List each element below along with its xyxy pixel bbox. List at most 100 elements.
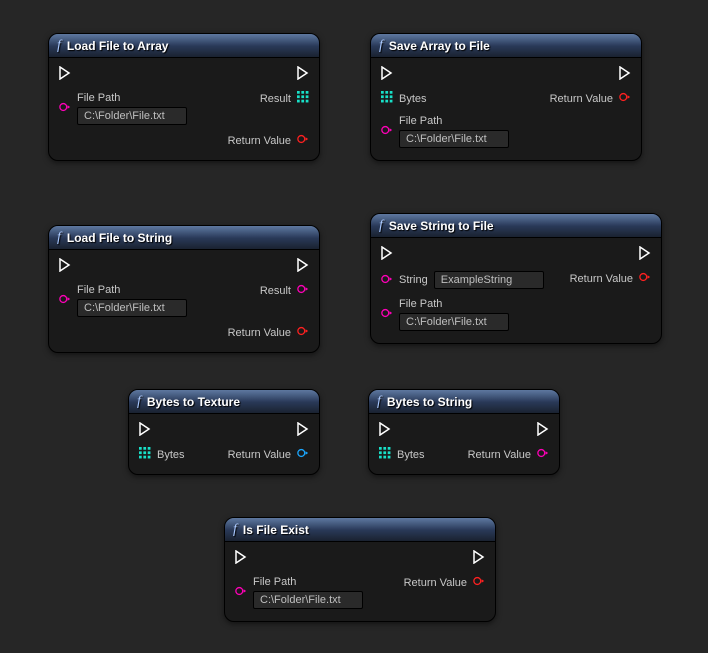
node-header[interactable]: fBytes to Texture [129, 390, 319, 414]
pin-label: File Path [399, 297, 509, 311]
pin-label: Return Value [228, 326, 291, 340]
node-save_array[interactable]: f Save Array to File Bytes Return Value File… [370, 33, 642, 161]
pin-text-input[interactable] [77, 299, 187, 317]
output-pin [619, 66, 631, 83]
pin-data-icon[interactable] [381, 307, 393, 322]
pin-data-icon[interactable] [297, 325, 309, 340]
input-pin: File Path [59, 283, 187, 317]
node-bytes_str[interactable]: fBytes to StringBytesReturn Value [368, 389, 560, 475]
input-pin: File Path [59, 91, 187, 125]
input-pin: File Path [235, 575, 363, 609]
node-header[interactable]: f Save Array to File [371, 34, 641, 58]
node-load_array[interactable]: f Load File to Array File PathResultReturn… [48, 33, 320, 161]
pin-data-icon[interactable] [59, 101, 71, 116]
pin-exec-icon[interactable] [297, 422, 309, 439]
pin-data-icon[interactable] [473, 575, 485, 590]
pin-exec-icon[interactable] [59, 66, 71, 83]
node-load_string[interactable]: fLoad File to String File Path Result Retur… [48, 225, 320, 353]
pin-label: File Path [399, 114, 509, 128]
pin-data-icon[interactable] [297, 133, 309, 148]
pin-exec-icon[interactable] [381, 246, 393, 263]
pin-exec-icon[interactable] [235, 550, 247, 567]
input-pin: String [381, 271, 544, 289]
node-title: Is File Exist [243, 523, 309, 537]
node-is_exist[interactable]: fIs File Exist File Path Return Value [224, 517, 496, 622]
input-pin: File Path [381, 114, 509, 148]
pin-data-icon[interactable] [297, 283, 309, 298]
node-save_string[interactable]: f Save String to File String Return Value Fi… [370, 213, 662, 344]
function-icon: f [379, 38, 383, 54]
pin-label: Return Value [570, 272, 633, 286]
output-pin [297, 258, 309, 275]
output-pin: Return Value [228, 325, 309, 340]
pin-label: Return Value [228, 134, 291, 148]
output-pin [297, 422, 309, 439]
node-bytes_tex[interactable]: fBytes to TextureBytesReturn Value [128, 389, 320, 475]
input-pin [139, 422, 151, 439]
node-header[interactable]: fBytes to String [369, 390, 559, 414]
pin-data-icon[interactable] [381, 124, 393, 139]
input-pin [235, 550, 247, 567]
node-body: File Path Result Return Value [49, 250, 319, 352]
node-title: Bytes to String [387, 395, 472, 409]
node-header[interactable]: f Load File to Array [49, 34, 319, 58]
pin-text-input[interactable] [434, 271, 544, 289]
input-pin: File Path [381, 297, 509, 331]
pin-text-input[interactable] [399, 130, 509, 148]
node-body: BytesReturn Value [369, 414, 559, 474]
pin-data-icon[interactable] [619, 91, 631, 106]
pin-label: Bytes [157, 448, 185, 462]
pin-data-icon[interactable] [639, 271, 651, 286]
node-body: BytesReturn Value [129, 414, 319, 474]
pin-data-icon[interactable] [59, 293, 71, 308]
output-pin [473, 550, 485, 567]
pin-data-icon[interactable] [297, 447, 309, 462]
pin-data-icon[interactable] [381, 273, 393, 288]
output-pin [297, 66, 309, 83]
input-pin [381, 66, 393, 83]
node-header[interactable]: fIs File Exist [225, 518, 495, 542]
pin-data-icon[interactable] [537, 447, 549, 462]
pin-exec-icon[interactable] [639, 246, 651, 263]
output-pin: Return Value [468, 447, 549, 462]
pin-exec-icon[interactable] [59, 258, 71, 275]
output-pin [639, 246, 651, 263]
output-pin: Return Value [550, 91, 631, 106]
pin-array-icon[interactable] [381, 91, 393, 106]
pin-exec-icon[interactable] [381, 66, 393, 83]
pin-exec-icon[interactable] [473, 550, 485, 567]
pin-label: File Path [77, 91, 187, 105]
node-header[interactable]: f Save String to File [371, 214, 661, 238]
pin-text-input[interactable] [399, 313, 509, 331]
node-header[interactable]: fLoad File to String [49, 226, 319, 250]
node-body: File Path Return Value [225, 542, 495, 621]
output-pin: Result [260, 283, 309, 298]
pin-exec-icon[interactable] [139, 422, 151, 439]
input-pin: Bytes [139, 447, 185, 462]
input-pin [59, 66, 71, 83]
function-icon: f [379, 218, 383, 234]
pin-data-icon[interactable] [235, 585, 247, 600]
node-body: File PathResultReturn Value [49, 58, 319, 160]
pin-label: File Path [77, 283, 187, 297]
function-icon: f [57, 38, 61, 54]
pin-text-input[interactable] [77, 107, 187, 125]
pin-label: Return Value [404, 576, 467, 590]
pin-exec-icon[interactable] [297, 66, 309, 83]
pin-label: Return Value [550, 92, 613, 106]
pin-exec-icon[interactable] [619, 66, 631, 83]
pin-array-icon[interactable] [297, 91, 309, 106]
node-title: Save String to File [389, 219, 494, 233]
pin-array-icon[interactable] [379, 447, 391, 462]
input-pin: Bytes [381, 91, 427, 106]
pin-array-icon[interactable] [139, 447, 151, 462]
node-title: Load File to Array [67, 39, 169, 53]
pin-exec-icon[interactable] [537, 422, 549, 439]
input-pin [379, 422, 391, 439]
pin-exec-icon[interactable] [297, 258, 309, 275]
pin-exec-icon[interactable] [379, 422, 391, 439]
node-title: Save Array to File [389, 39, 490, 53]
input-pin [381, 246, 393, 263]
pin-text-input[interactable] [253, 591, 363, 609]
output-pin: Return Value [404, 575, 485, 590]
